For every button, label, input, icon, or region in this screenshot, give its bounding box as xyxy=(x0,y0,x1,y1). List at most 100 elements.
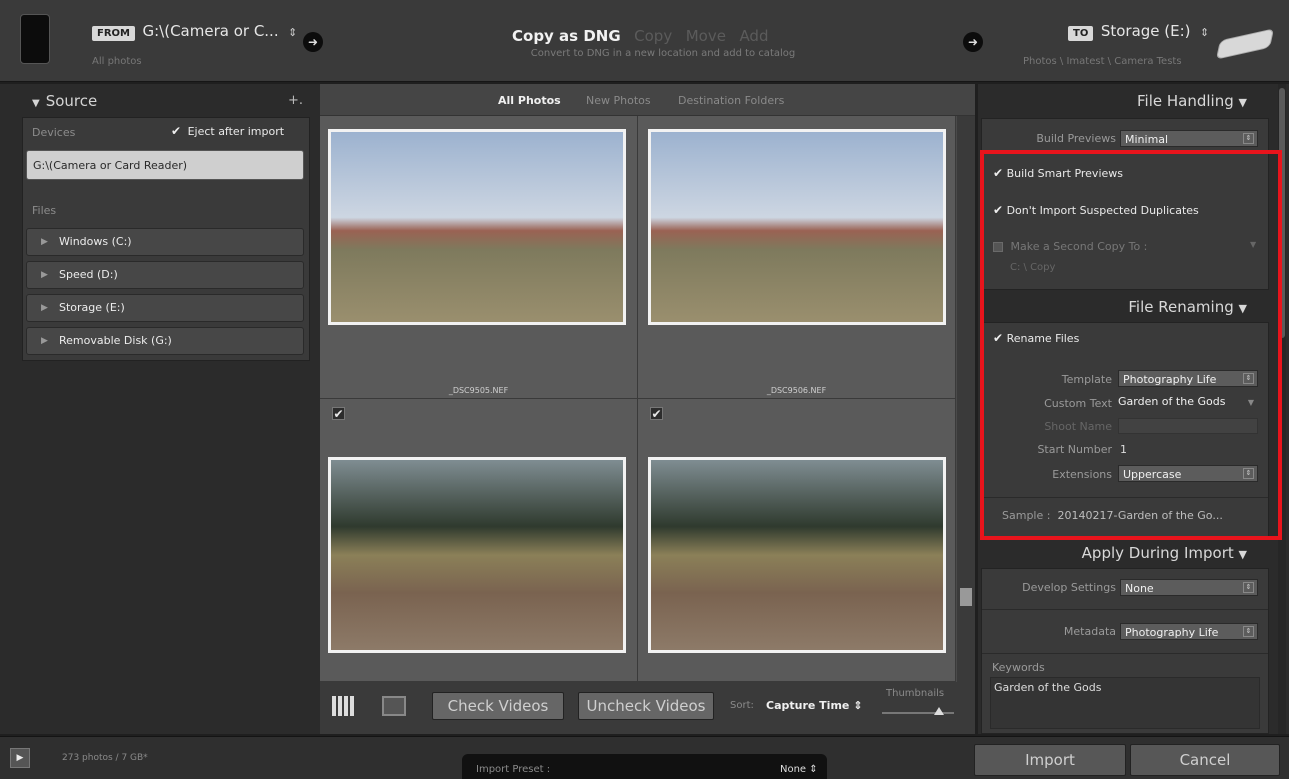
mode-subtitle: Convert to DNG in a new location and add… xyxy=(530,48,796,59)
source-header[interactable]: ▼ Source xyxy=(32,92,97,110)
metadata-label: Metadata xyxy=(1063,625,1116,638)
photo-cell[interactable]: ✔ xyxy=(320,399,638,682)
bottom-bar: ▶ 273 photos / 7 GB* Import Preset : Non… xyxy=(0,736,1289,779)
build-previews-select[interactable]: Minimal ⇕ xyxy=(1120,130,1258,147)
photo-cell[interactable]: ✔ xyxy=(638,399,956,682)
arrow-right-icon: ➜ xyxy=(303,32,323,52)
thumbnail-size-slider[interactable] xyxy=(882,707,954,715)
grid-view-icon[interactable] xyxy=(332,696,354,716)
expand-panel-button[interactable]: ▶ xyxy=(10,748,30,768)
thumbnails-label: Thumbnails xyxy=(886,688,945,699)
drive-label: Speed (D:) xyxy=(59,268,118,281)
expand-triangle-icon[interactable]: ▶ xyxy=(41,262,48,288)
photo-grid-area: All Photos New Photos Destination Folder… xyxy=(320,84,975,734)
metadata-select[interactable]: Photography Life ⇕ xyxy=(1120,623,1258,640)
mode-add[interactable]: Add xyxy=(739,27,768,45)
expand-triangle-icon[interactable]: ▶ xyxy=(41,295,48,321)
checkmark-icon[interactable]: ✔ xyxy=(171,124,181,138)
source-dropdown-icon[interactable]: ⇕ xyxy=(288,26,297,39)
file-handling-header[interactable]: File Handling ▼ xyxy=(981,92,1269,110)
develop-settings-label: Develop Settings xyxy=(1022,581,1116,594)
select-value: Minimal xyxy=(1125,133,1169,146)
slider-handle[interactable] xyxy=(934,707,944,715)
mode-move[interactable]: Move xyxy=(686,27,726,45)
photo-thumbnail[interactable] xyxy=(328,457,626,653)
check-videos-button[interactable]: Check Videos xyxy=(432,692,564,720)
device-label: G:\(Camera or Card Reader) xyxy=(33,159,188,172)
select-value: None xyxy=(1125,582,1154,595)
uncheck-videos-button[interactable]: Uncheck Videos xyxy=(578,692,714,720)
file-handling-title: File Handling xyxy=(1137,92,1234,110)
scrollbar-thumb[interactable] xyxy=(960,588,972,606)
build-previews-label: Build Previews xyxy=(1036,132,1116,145)
tab-new-photos[interactable]: New Photos xyxy=(586,94,651,107)
tab-all-photos[interactable]: All Photos xyxy=(498,94,561,107)
collapse-triangle-icon[interactable]: ▼ xyxy=(1239,96,1247,109)
file-name: _DSC9506.NEF xyxy=(766,386,827,395)
drive-label: Removable Disk (G:) xyxy=(59,334,172,347)
photo-cell[interactable]: _DSC9506.NEF xyxy=(638,116,956,399)
sort-dropdown[interactable]: Capture Time ⇕ xyxy=(766,699,862,712)
import-header-bar: FROM G:\(Camera or C... ⇕ All photos ➜ C… xyxy=(0,0,1289,82)
from-tag: FROM xyxy=(92,26,135,41)
sort-label: Sort: xyxy=(730,700,754,711)
dropdown-arrows-icon: ⇕ xyxy=(1243,626,1254,637)
to-destination[interactable]: TO Storage (E:) ⇕ xyxy=(1068,22,1209,41)
apply-title: Apply During Import xyxy=(1081,544,1234,562)
keywords-textarea[interactable]: Garden of the Gods xyxy=(990,677,1260,729)
photo-thumbnail[interactable] xyxy=(648,457,946,653)
import-button[interactable]: Import xyxy=(974,744,1126,776)
collapse-triangle-icon[interactable]: ▼ xyxy=(1239,548,1247,561)
import-preset-select[interactable]: Import Preset : None ⇕ xyxy=(462,754,827,779)
source-subtitle: All photos xyxy=(92,56,142,67)
mode-copy[interactable]: Copy xyxy=(634,27,672,45)
dropdown-arrows-icon: ⇕ xyxy=(1243,133,1254,144)
apply-during-import-box: Develop Settings None ⇕ Metadata Photogra… xyxy=(981,568,1269,734)
destination-dropdown-icon[interactable]: ⇕ xyxy=(1200,26,1209,39)
photo-cell[interactable]: _DSC9505.NEF xyxy=(320,116,638,399)
select-value: Photography Life xyxy=(1125,626,1219,639)
destination-name[interactable]: Storage (E:) xyxy=(1101,22,1191,40)
dropdown-arrows-icon: ⇕ xyxy=(1243,582,1254,593)
device-card-reader[interactable]: G:\(Camera or Card Reader) xyxy=(26,150,304,180)
drive-label: Storage (E:) xyxy=(59,301,125,314)
checkbox-checked[interactable]: ✔ xyxy=(650,407,663,421)
grid-scrollbar[interactable] xyxy=(957,116,975,682)
hard-drive-icon xyxy=(1215,28,1275,60)
source-panel: ▼ Source +. Devices ✔ Eject after import … xyxy=(0,84,320,734)
drive-windows[interactable]: ▶ Windows (C:) xyxy=(26,228,304,256)
import-preset-value: None ⇕ xyxy=(780,764,818,775)
checkbox-checked[interactable]: ✔ xyxy=(332,407,345,421)
files-label: Files xyxy=(32,204,57,217)
from-source[interactable]: FROM G:\(Camera or C... ⇕ xyxy=(92,22,297,41)
expand-triangle-icon[interactable]: ▶ xyxy=(41,328,48,354)
arrow-right-icon: ➜ xyxy=(963,32,983,52)
cancel-button[interactable]: Cancel xyxy=(1130,744,1280,776)
source-path[interactable]: G:\(Camera or C... xyxy=(142,22,278,40)
photo-thumbnail[interactable] xyxy=(648,129,946,325)
keywords-label: Keywords xyxy=(992,661,1045,674)
grid-toolbar: Check Videos Uncheck Videos Sort: Captur… xyxy=(320,682,975,734)
drive-speed[interactable]: ▶ Speed (D:) xyxy=(26,261,304,289)
drive-removable[interactable]: ▶ Removable Disk (G:) xyxy=(26,327,304,355)
loupe-view-icon[interactable] xyxy=(382,696,406,716)
tab-destination-folders[interactable]: Destination Folders xyxy=(678,94,784,107)
file-name: _DSC9505.NEF xyxy=(448,386,509,395)
apply-divider xyxy=(982,609,1268,610)
source-box: Devices ✔ Eject after import G:\(Camera … xyxy=(22,117,310,361)
photo-thumbnail[interactable] xyxy=(328,129,626,325)
apply-divider xyxy=(982,653,1268,654)
collapse-triangle-icon[interactable]: ▼ xyxy=(32,98,40,109)
eject-checkbox[interactable]: ✔ Eject after import xyxy=(171,124,284,138)
drive-storage[interactable]: ▶ Storage (E:) xyxy=(26,294,304,322)
develop-settings-select[interactable]: None ⇕ xyxy=(1120,579,1258,596)
highlight-annotation xyxy=(980,150,1282,540)
apply-during-import-header[interactable]: Apply During Import ▼ xyxy=(981,544,1269,562)
sort-value: Capture Time xyxy=(766,699,850,712)
mode-copy-as-dng[interactable]: Copy as DNG xyxy=(512,27,621,45)
expand-triangle-icon[interactable]: ▶ xyxy=(41,229,48,255)
add-source-button[interactable]: +. xyxy=(288,93,303,108)
photo-count: 273 photos / 7 GB* xyxy=(62,753,148,763)
devices-label: Devices xyxy=(32,126,76,139)
import-preset-label: Import Preset : xyxy=(476,764,551,775)
